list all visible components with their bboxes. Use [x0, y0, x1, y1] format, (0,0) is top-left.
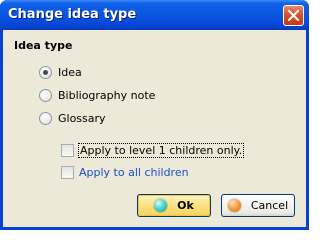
- radio-glossary-label[interactable]: Glossary: [58, 112, 106, 125]
- checkbox-apply-all[interactable]: [61, 165, 74, 179]
- check-apply-all-label[interactable]: Apply to all children: [79, 166, 189, 179]
- dialog-window: Change idea type Idea type Idea Bibliogr…: [0, 0, 309, 230]
- close-button[interactable]: [283, 5, 304, 26]
- ok-button[interactable]: Ok: [137, 194, 211, 217]
- cancel-circle-icon: [227, 199, 241, 212]
- radio-option-glossary[interactable]: Glossary: [39, 111, 106, 125]
- cancel-button-label: Cancel: [250, 199, 289, 212]
- radio-bibliography-note-label[interactable]: Bibliography note: [58, 89, 155, 102]
- cancel-button[interactable]: Cancel: [221, 194, 295, 217]
- radio-option-bibliography-note[interactable]: Bibliography note: [39, 88, 155, 102]
- ok-circle-icon: [154, 199, 168, 212]
- checkbox-apply-level1[interactable]: [61, 143, 74, 157]
- dialog-body: Idea type Idea Bibliography note Glossar…: [3, 30, 306, 227]
- ok-button-label: Ok: [177, 199, 194, 212]
- idea-type-heading: Idea type: [14, 39, 73, 52]
- close-icon: [288, 10, 299, 21]
- radio-bibliography-note[interactable]: [39, 88, 52, 102]
- title-bar[interactable]: Change idea type: [0, 0, 309, 30]
- radio-idea[interactable]: [39, 65, 52, 79]
- radio-idea-label[interactable]: Idea: [58, 66, 82, 79]
- check-apply-level1[interactable]: Apply to level 1 children only.: [61, 142, 245, 158]
- check-apply-all[interactable]: Apply to all children: [61, 165, 189, 179]
- radio-glossary[interactable]: [39, 111, 52, 125]
- radio-option-idea[interactable]: Idea: [39, 65, 82, 79]
- dialog-title: Change idea type: [8, 7, 137, 22]
- check-apply-level1-label[interactable]: Apply to level 1 children only.: [77, 142, 245, 158]
